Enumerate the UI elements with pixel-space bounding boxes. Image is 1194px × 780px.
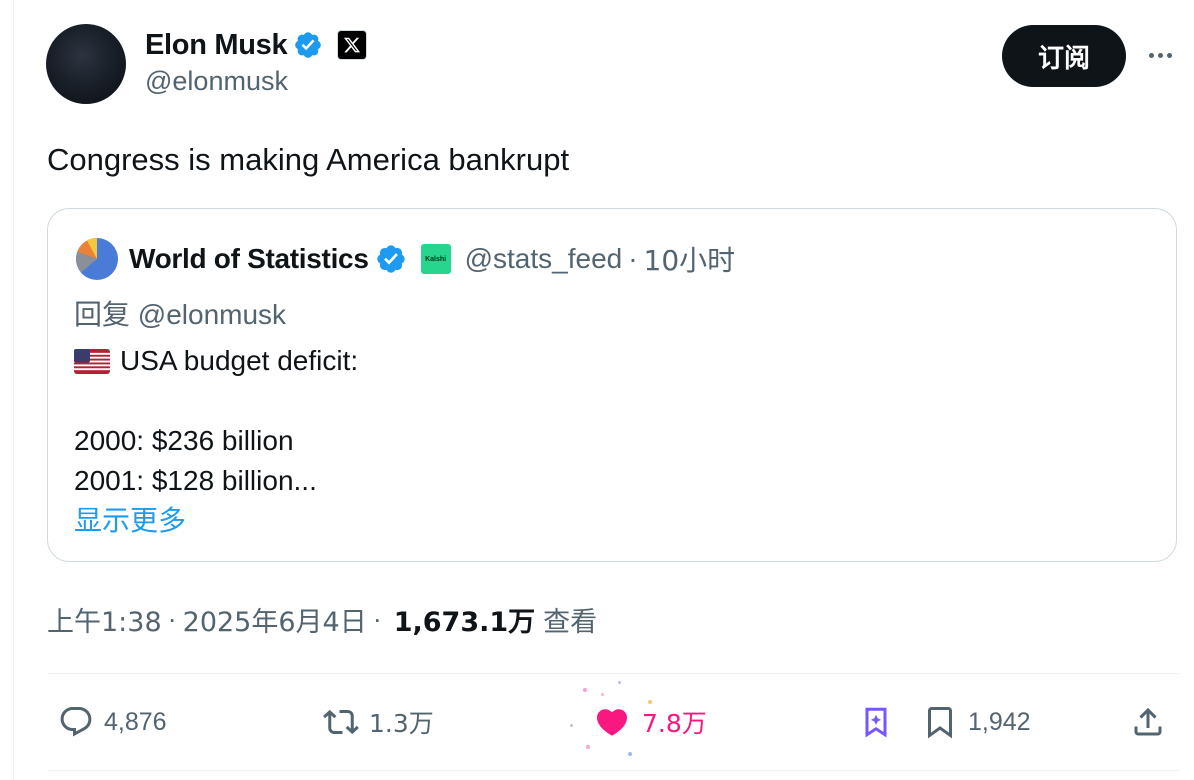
kalshi-affiliate-badge[interactable]: Kalshi: [420, 244, 451, 274]
x-logo-icon: [344, 37, 361, 53]
author-avatar[interactable]: [46, 24, 126, 104]
quoted-tweet-body: USA budget deficit: 2000: $236 billion 2…: [74, 341, 358, 501]
heart-icon: [596, 709, 628, 736]
like-sparkle: [628, 752, 632, 756]
repost-count: 1.3万: [369, 709, 434, 738]
dot-separator: ·: [628, 243, 638, 274]
reply-context: 回复 @elonmusk: [74, 293, 286, 333]
repost-icon: [323, 709, 359, 735]
author-handle[interactable]: @elonmusk: [145, 66, 288, 97]
subscribe-button[interactable]: 订阅: [1002, 25, 1126, 87]
quoted-headline-line: USA budget deficit:: [74, 341, 358, 381]
more-dot: [1148, 52, 1154, 58]
pie-chart-avatar-icon[interactable]: [75, 237, 119, 281]
tweet-text: Congress is making America bankrupt: [47, 142, 570, 177]
verified-badge-icon[interactable]: [375, 243, 407, 275]
bookmark-count: 1,942: [968, 707, 1031, 736]
bookmark-button[interactable]: 1,942: [922, 700, 1031, 744]
more-dot: [1157, 52, 1163, 58]
quoted-handle[interactable]: @stats_feed: [465, 243, 623, 275]
like-sparkle: [583, 688, 587, 692]
dot-separator: ·: [167, 604, 177, 634]
tweet-meta: 上午1:38 · 2025年6月4日 · 1,673.1万 查看: [47, 600, 597, 639]
reply-to-handle[interactable]: @elonmusk: [138, 299, 286, 330]
share-button[interactable]: [1130, 700, 1166, 744]
us-flag-icon: [74, 348, 110, 374]
author-name-row: Elon Musk: [145, 26, 368, 64]
like-sparkle: [618, 681, 621, 684]
x-affiliate-badge[interactable]: [337, 30, 368, 60]
like-sparkle: [601, 693, 604, 696]
tweet-time[interactable]: 上午1:38: [47, 600, 162, 639]
views-count: 1,673.1万: [393, 607, 536, 638]
bookmark-icon: [928, 707, 952, 739]
share-icon: [1134, 707, 1162, 736]
like-sparkle: [570, 724, 573, 727]
reply-prefix: 回复: [74, 298, 131, 331]
quoted-tweet-card[interactable]: World of Statistics Kalshi @stats_feed ·…: [47, 208, 1177, 562]
repost-button[interactable]: 1.3万: [323, 700, 434, 744]
reply-icon: [60, 707, 92, 737]
tweet-date[interactable]: 2025年6月4日: [183, 600, 367, 639]
kalshi-badge-text: Kalshi: [425, 255, 447, 263]
quoted-headline: USA budget deficit:: [120, 345, 359, 376]
more-options-icon[interactable]: [1140, 40, 1180, 70]
reply-button[interactable]: 4,876: [58, 700, 167, 744]
show-more-link[interactable]: 显示更多: [74, 499, 186, 539]
like-count: 7.8万: [642, 709, 707, 738]
divider: [47, 673, 1179, 674]
quoted-display-name[interactable]: World of Statistics: [129, 243, 369, 275]
grok-button[interactable]: [858, 700, 894, 744]
reply-count: 4,876: [104, 707, 167, 736]
quoted-line-1: 2000: $236 billion: [74, 425, 294, 456]
views-label: 查看: [543, 607, 598, 638]
quoted-author-row: World of Statistics Kalshi @stats_feed ·…: [129, 239, 735, 279]
quoted-time-ago[interactable]: 10小时: [644, 239, 736, 279]
timeline-border: [13, 0, 14, 780]
like-sparkle: [586, 745, 590, 749]
quoted-line-2: 2001: $128 billion...: [74, 465, 317, 496]
more-dot: [1166, 52, 1172, 58]
like-button[interactable]: 7.8万: [594, 700, 707, 744]
author-display-name[interactable]: Elon Musk: [145, 29, 288, 62]
dot-separator: ·: [372, 604, 382, 634]
divider: [47, 770, 1179, 771]
grok-bookmark-icon: [865, 707, 887, 738]
verified-badge-icon[interactable]: [293, 30, 323, 60]
